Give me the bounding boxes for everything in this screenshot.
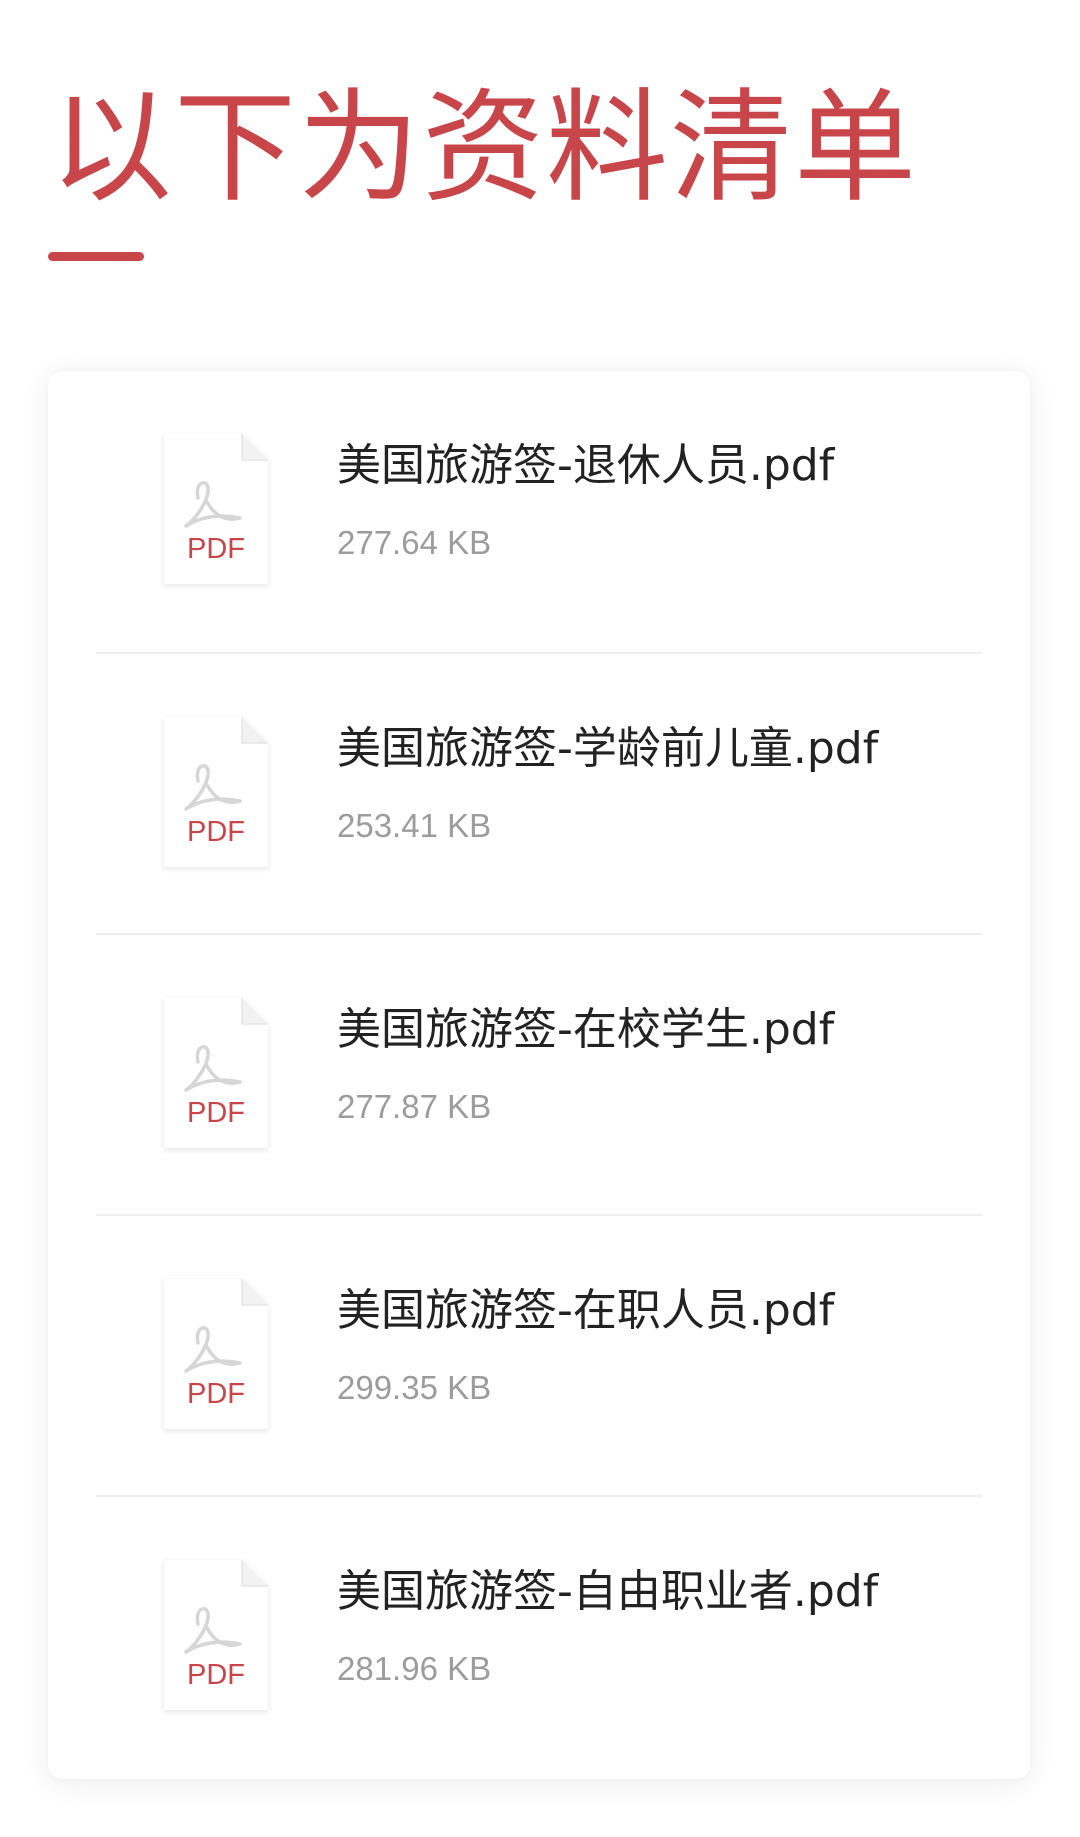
file-size: 277.87 KB (337, 1088, 492, 1125)
file-name: 美国旅游签-自由职业者.pdf (337, 1566, 879, 1617)
file-size: 277.64 KB (337, 524, 492, 561)
file-item[interactable]: PDF 美国旅游签-退休人员.pdf 277.64 KB (96, 371, 982, 652)
title-underline (48, 252, 144, 261)
file-name: 美国旅游签-在职人员.pdf (337, 1285, 835, 1336)
pdf-file-icon: PDF (158, 1556, 274, 1716)
file-name: 美国旅游签-退休人员.pdf (337, 440, 835, 491)
pdf-icon-label: PDF (187, 1097, 245, 1129)
file-size: 281.96 KB (337, 1650, 492, 1687)
file-name: 美国旅游签-在校学生.pdf (337, 1004, 835, 1055)
file-item[interactable]: PDF 美国旅游签-在校学生.pdf 277.87 KB (96, 933, 982, 1214)
page-title: 以下为资料清单 (50, 77, 918, 219)
pdf-file-icon: PDF (158, 1275, 274, 1435)
file-item[interactable]: PDF 美国旅游签-在职人员.pdf 299.35 KB (96, 1214, 982, 1495)
file-item[interactable]: PDF 美国旅游签-自由职业者.pdf 281.96 KB (96, 1495, 982, 1776)
pdf-file-icon: PDF (158, 430, 274, 590)
file-name: 美国旅游签-学龄前儿童.pdf (337, 723, 879, 774)
pdf-icon-label: PDF (187, 1378, 245, 1410)
file-item[interactable]: PDF 美国旅游签-学龄前儿童.pdf 253.41 KB (96, 652, 982, 933)
file-list-card: PDF 美国旅游签-退休人员.pdf 277.64 KB PDF 美国旅游签-学… (48, 371, 1030, 1779)
file-size: 299.35 KB (337, 1369, 492, 1406)
pdf-icon-label: PDF (187, 1659, 245, 1691)
pdf-file-icon: PDF (158, 713, 274, 873)
pdf-file-icon: PDF (158, 994, 274, 1154)
file-size: 253.41 KB (337, 807, 492, 844)
pdf-icon-label: PDF (187, 533, 245, 565)
pdf-icon-label: PDF (187, 816, 245, 848)
